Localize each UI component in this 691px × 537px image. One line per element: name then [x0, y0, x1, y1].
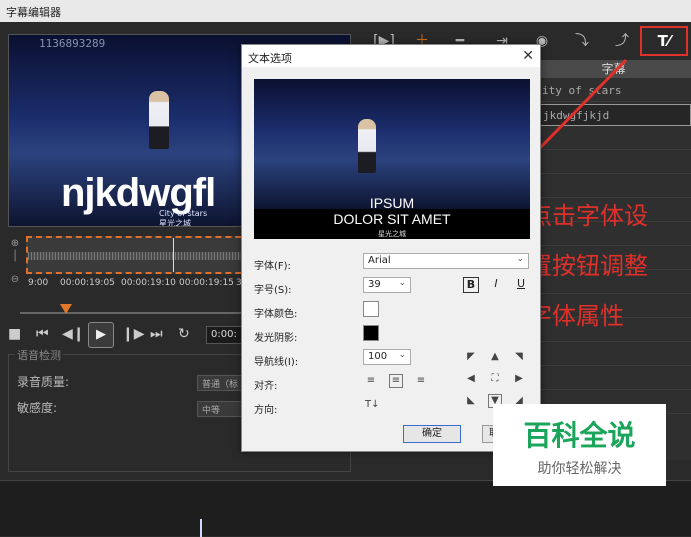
align-center-icon[interactable]: ≡: [389, 374, 403, 388]
position-top-icon[interactable]: ▲: [489, 351, 501, 363]
badge-title: 百科全说: [523, 419, 636, 452]
guide-select[interactable]: 100 ⌄: [363, 349, 411, 365]
annotation-line1: 点击字体设: [528, 202, 648, 230]
preview-line-2: DOLOR SIT AMET: [333, 211, 451, 227]
preview-line-3: 星光之城: [378, 230, 406, 238]
person-figure: [358, 119, 376, 173]
baike-watermark-badge: 百科全说 助你轻松解决: [493, 404, 666, 486]
position-left-icon[interactable]: ◀: [465, 373, 477, 385]
position-bottom-left-icon[interactable]: ◣: [465, 395, 477, 407]
italic-button[interactable]: I: [488, 277, 504, 293]
position-top-left-icon[interactable]: ◤: [465, 351, 477, 363]
font-color-swatch[interactable]: [363, 301, 379, 317]
size-label: 字号(S):: [254, 285, 292, 296]
close-icon[interactable]: ✕: [522, 48, 534, 64]
bold-button[interactable]: B: [463, 277, 479, 293]
dialog-title: 文本选项: [242, 45, 540, 67]
font-color-label: 字体颜色:: [254, 309, 298, 320]
text-options-dialog: 文本选项 ✕ IPSUM DOLOR SIT AMET 星光之城 字体(F): …: [241, 44, 541, 452]
align-left-icon[interactable]: ≡: [365, 375, 377, 387]
preview-line-1: IPSUM: [369, 195, 415, 211]
text-direction-icon[interactable]: T↓: [365, 399, 380, 411]
position-center-icon[interactable]: ⛶: [489, 373, 501, 385]
font-label: 字体(F):: [254, 261, 291, 272]
chevron-down-icon: ⌄: [398, 350, 406, 360]
ok-button[interactable]: 确定: [403, 425, 461, 443]
underline-button[interactable]: U: [513, 277, 529, 293]
align-right-icon[interactable]: ≡: [415, 375, 427, 387]
annotation-line2: 置按钮调整: [528, 252, 648, 280]
chevron-down-icon: ⌄: [398, 278, 406, 288]
size-select[interactable]: 39 ⌄: [363, 277, 411, 293]
position-right-icon[interactable]: ▶: [513, 373, 525, 385]
direction-label: 方向:: [254, 405, 278, 416]
annotation-line3: 字体属性: [528, 302, 624, 330]
shadow-color-swatch[interactable]: [363, 325, 379, 341]
guide-label: 导航线(I):: [254, 357, 299, 368]
dialog-preview: IPSUM DOLOR SIT AMET 星光之城: [254, 79, 530, 239]
shadow-label: 发光阴影:: [254, 333, 298, 344]
font-select[interactable]: Arial ⌄: [363, 253, 529, 269]
badge-subtitle: 助你轻松解决: [537, 461, 622, 477]
dialog-preview-scene: [254, 79, 530, 209]
align-label: 对齐:: [254, 381, 278, 392]
playhead[interactable]: [200, 519, 202, 537]
position-top-right-icon[interactable]: ◥: [513, 351, 525, 363]
chevron-down-icon: ⌄: [516, 254, 524, 264]
